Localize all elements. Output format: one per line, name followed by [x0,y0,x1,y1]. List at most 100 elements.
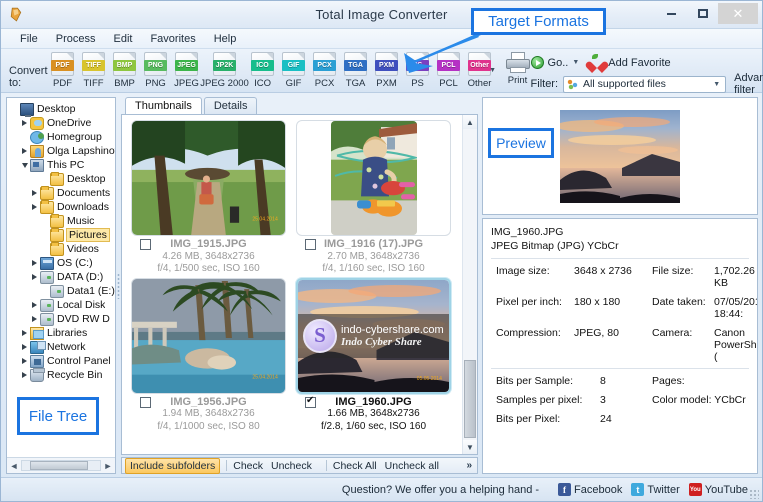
tree-expander-icon[interactable] [19,344,30,350]
tree-item-onedrive[interactable]: OneDrive [9,116,115,130]
tree-expander-icon[interactable] [29,204,40,210]
uncheck-all-button[interactable]: Uncheck all [385,460,439,472]
resize-grip-icon[interactable] [749,489,759,499]
tree-expander-icon[interactable] [19,120,30,126]
tree-item-desktop[interactable]: Desktop [9,102,115,117]
add-favorite-button[interactable]: Add Favorite [608,57,670,69]
print-label: Print [507,75,528,86]
tree-expander-icon[interactable] [19,358,30,364]
tree-item-documents[interactable]: Documents [9,185,115,200]
filter-select[interactable]: All supported files ▼ [563,75,727,93]
format-button-pcx[interactable]: PCX PCX [310,52,340,89]
tree-expander-icon[interactable] [19,162,30,168]
tree-item-music[interactable]: Music [9,213,115,228]
format-tag: PNG [144,60,168,71]
scroll-thumb[interactable] [464,360,476,438]
thumbnail-frame[interactable]: 05.05.2014 Sindo-cybershare.com Indo Cybe… [296,277,451,394]
tree-item-pictures[interactable]: Pictures [9,227,115,242]
drive-icon [50,284,64,298]
tree-item-videos[interactable]: Videos [9,241,115,256]
tree-item-control-panel[interactable]: Control Panel [9,354,115,368]
thumbnail-frame[interactable] [296,120,451,236]
tree-expander-icon[interactable] [19,372,30,378]
tab-details[interactable]: Details [203,97,258,114]
thumbnail-checkbox[interactable] [140,239,151,250]
tree-expander-icon[interactable] [19,148,30,154]
tree-expander-icon[interactable] [29,260,40,266]
tree-item-this-pc[interactable]: This PC [9,158,115,172]
tree-item-network[interactable]: Network [9,340,115,354]
window-title: Total Image Converter [315,7,448,22]
tree-expander-icon[interactable] [29,302,40,308]
twitter-link[interactable]: t Twitter [631,483,680,496]
minimize-button[interactable] [656,3,687,24]
include-subfolders-button[interactable]: Include subfolders [125,457,221,474]
scroll-right-icon[interactable]: ► [101,461,115,471]
tree-item-os-c[interactable]: OS (C:) [9,256,115,270]
tree-item-libraries[interactable]: Libraries [9,326,115,340]
format-button-jpeg[interactable]: JPEG JPEG [172,52,202,89]
property-key: Color model: YCbCr [652,394,746,406]
thumbnail-frame[interactable]: 25.04.2014 [131,120,286,236]
tree-expander-icon[interactable] [19,330,30,336]
tree-item-dvd-rw-d[interactable]: DVD RW D [9,312,115,326]
check-button[interactable]: Check [233,460,263,472]
format-button-tga[interactable]: TGA TGA [341,52,371,89]
scroll-left-icon[interactable]: ◄ [7,461,21,471]
tree-item-desktop[interactable]: Desktop [9,171,115,186]
tree-expander-icon[interactable] [29,274,40,280]
advanced-filter-link[interactable]: Advanced filter [734,72,763,96]
tree-item-downloads[interactable]: Downloads [9,199,115,214]
menu-edit[interactable]: Edit [104,32,141,46]
thumbnail-frame[interactable]: 25.04.2014 [131,277,286,394]
thumbnail-checkbox[interactable] [305,395,316,408]
menu-file[interactable]: File [11,32,47,46]
format-button-pdf[interactable]: PDF PDF [48,52,78,89]
scroll-track[interactable] [463,129,477,440]
thumbnail-item[interactable]: 25.04.2014 IMG_1956.JPG 1.94 MB, 3648x273… [128,277,293,434]
format-button-gif[interactable]: GIF GIF [279,52,309,89]
close-button[interactable]: ✕ [718,3,758,24]
thumbnail-checkbox[interactable] [305,239,316,250]
tree-horizontal-scrollbar[interactable]: ◄ ► [7,457,115,473]
menu-help[interactable]: Help [205,32,246,46]
tab-thumbnails[interactable]: Thumbnails [125,97,202,114]
scroll-up-icon[interactable]: ▲ [463,115,477,129]
uncheck-button[interactable]: Uncheck [271,460,312,472]
chevron-down-icon[interactable]: ▼ [572,59,579,66]
format-button-png[interactable]: PNG PNG [141,52,171,89]
thumbnail-exif: f/4, 1/1000 sec, ISO 80 [157,420,260,432]
thumbnail-item[interactable]: IMG_1916 (17).JPG 2.70 MB, 3648x2736 f/4, … [293,120,458,276]
format-button-jpeg-2000[interactable]: JP2K JPEG 2000 [200,52,249,89]
tree-item-recycle-bin[interactable]: Recycle Bin [9,367,115,382]
format-button-bmp[interactable]: BMP BMP [110,52,140,89]
thumbnail-item[interactable]: 25.04.2014 IMG_1915.JPG 4.26 MB, 3648x273… [128,120,293,276]
tree-item-homegroup[interactable]: Homegroup [9,130,115,144]
thumbnail-checkbox[interactable] [140,396,151,408]
tree-item-olga-lapshinov[interactable]: Olga Lapshinov [9,144,115,158]
facebook-link[interactable]: f Facebook [558,483,622,496]
thumbnail-item[interactable]: 05.05.2014 Sindo-cybershare.com Indo Cybe… [293,277,458,434]
chevron-down-icon[interactable]: ▼ [489,67,496,74]
youtube-link[interactable]: You YouTube [688,483,748,496]
format-label: Other [467,78,492,89]
scroll-down-icon[interactable]: ▼ [463,440,477,454]
scroll-track[interactable] [21,460,101,471]
menu-favorites[interactable]: Favorites [141,32,204,46]
go-button[interactable]: Go.. [548,57,569,69]
tree-item-data1-e[interactable]: Data1 (E:) [9,284,115,298]
menu-process[interactable]: Process [47,32,105,46]
format-button-ico[interactable]: ICO ICO [248,52,278,89]
tree-expander-icon[interactable] [29,190,40,196]
more-options-icon[interactable]: » [466,460,472,471]
maximize-button[interactable] [687,3,718,24]
thumbnails-vertical-scrollbar[interactable]: ▲ ▼ [462,115,477,454]
format-button-tiff[interactable]: TIFF TIFF [79,52,109,89]
tree-item-local-disk[interactable]: Local Disk [9,298,115,312]
scroll-thumb[interactable] [30,461,88,470]
tree-item-data-d[interactable]: DATA (D:) [9,270,115,284]
print-button[interactable]: Print [505,49,531,86]
tree-expander-icon[interactable] [29,316,40,322]
chevron-down-icon[interactable]: ▼ [713,81,720,88]
check-all-button[interactable]: Check All [333,460,377,472]
